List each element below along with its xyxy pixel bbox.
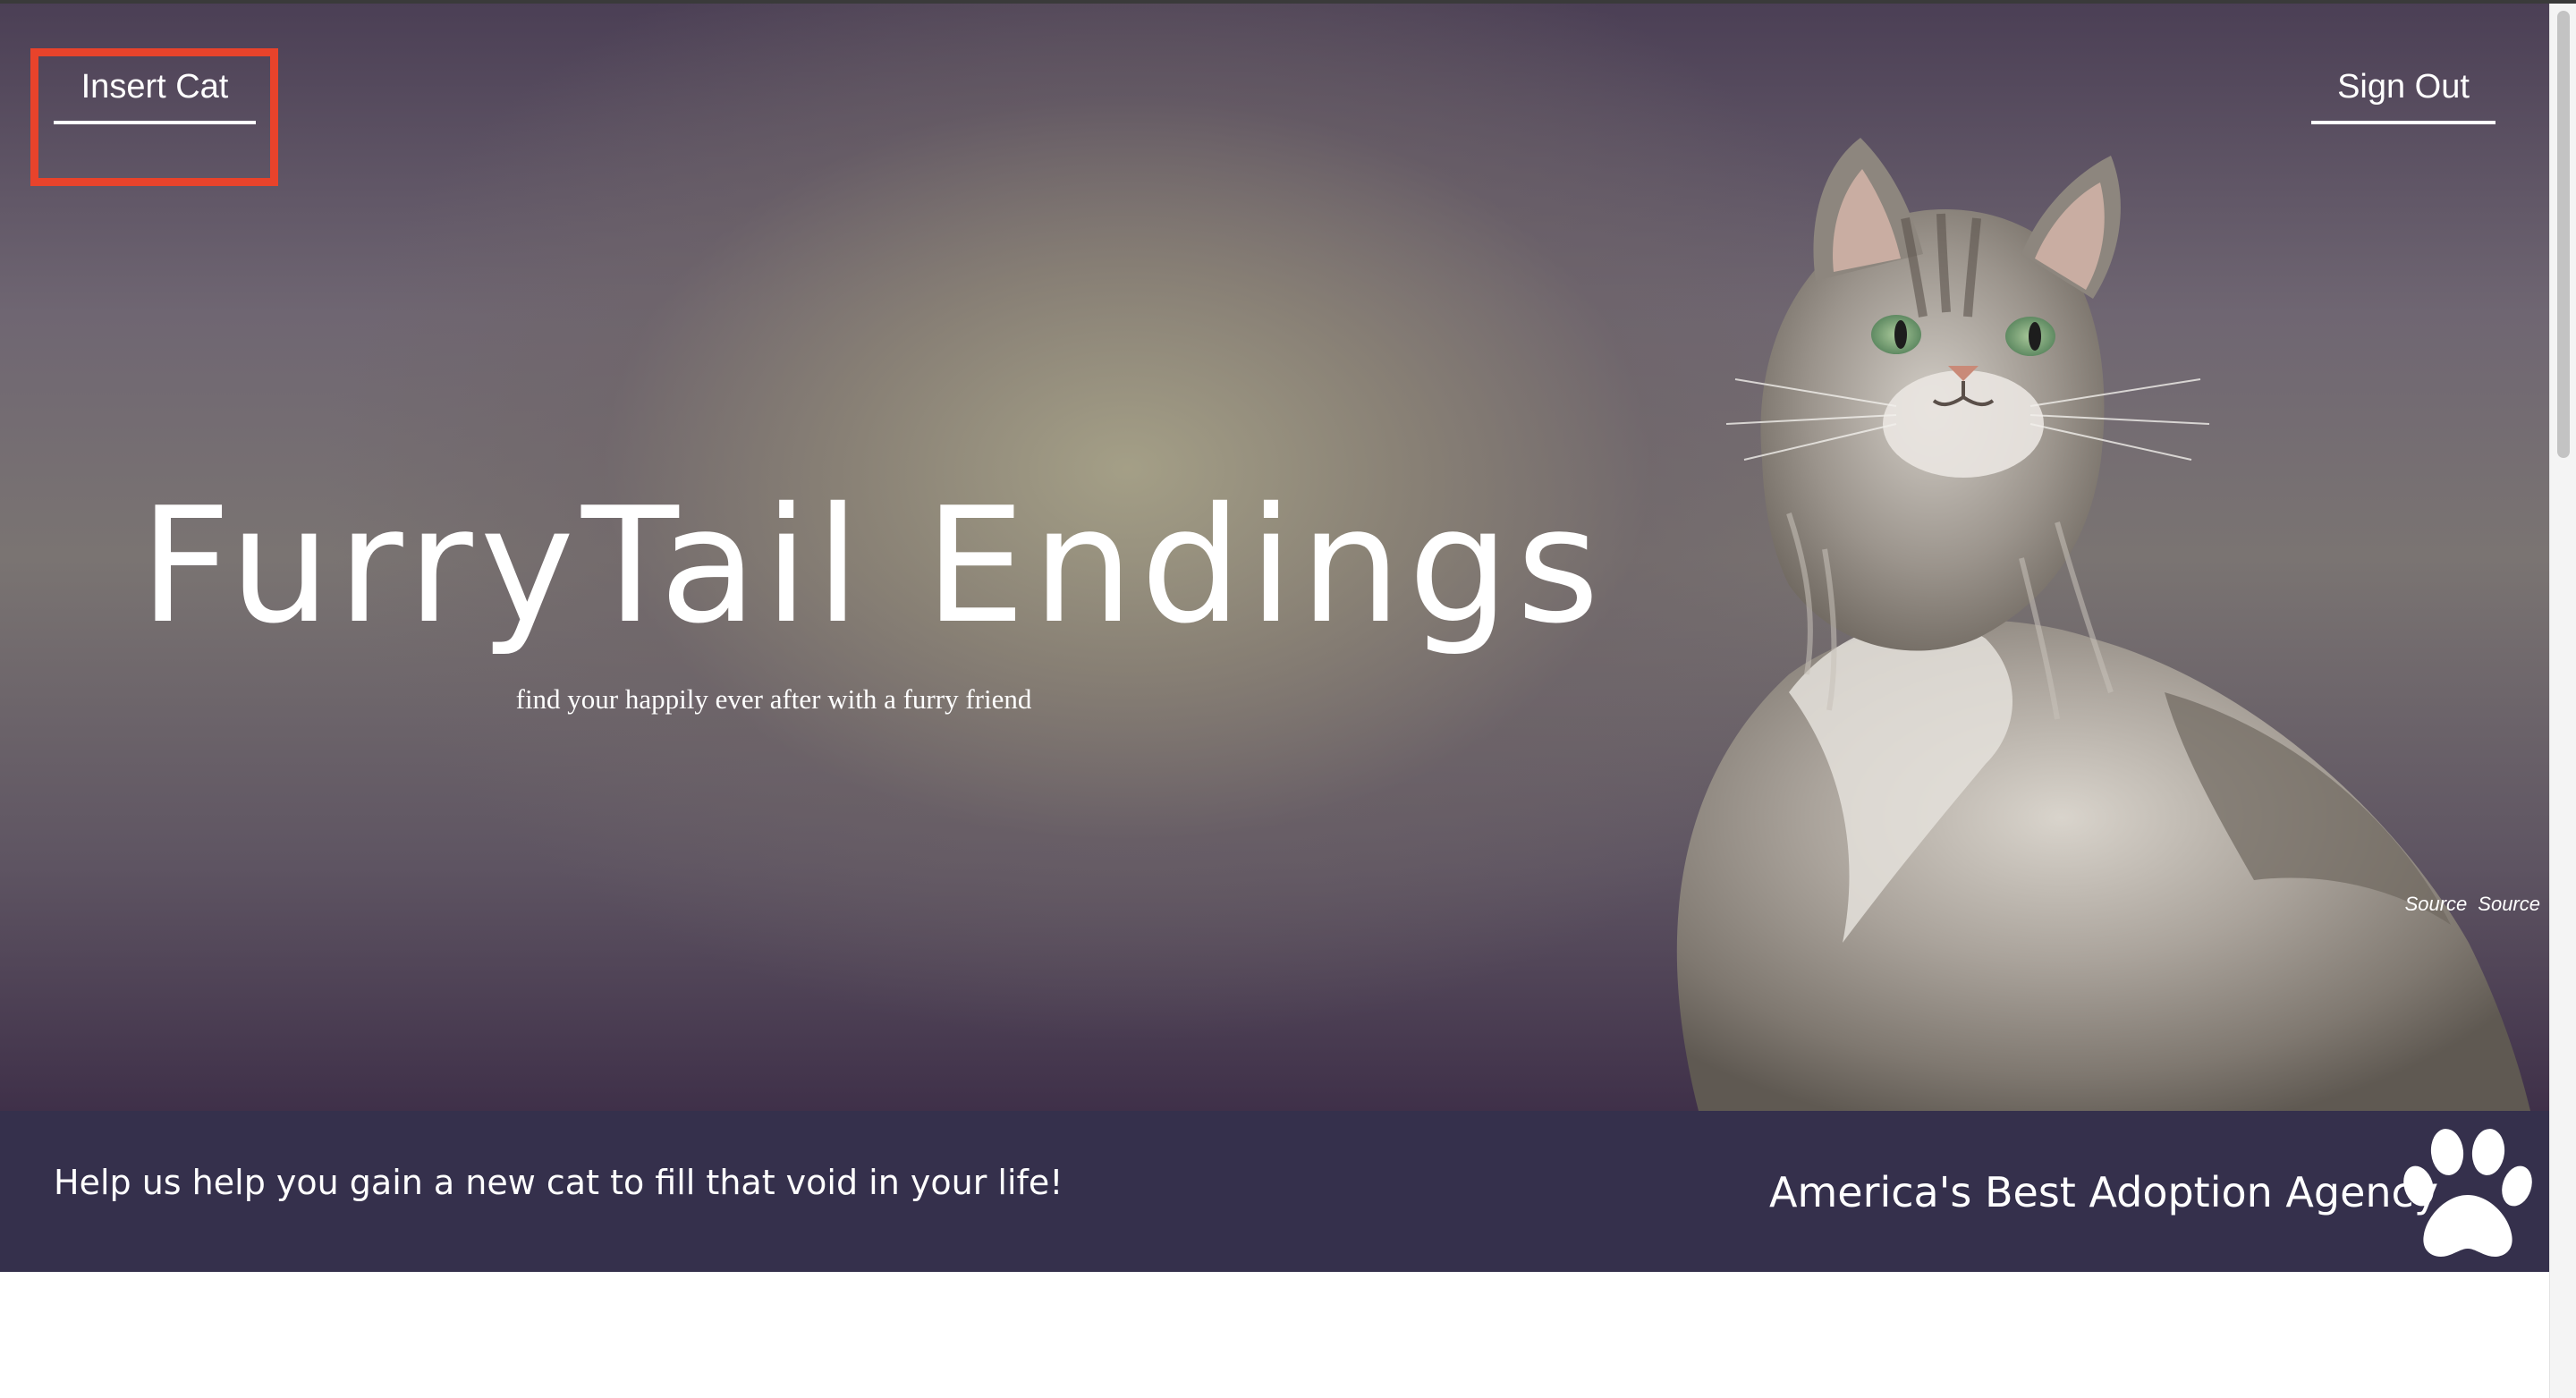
vertical-scrollbar[interactable] [2549,4,2576,1398]
sign-out-link[interactable]: Sign Out [2311,68,2496,124]
insert-cat-link[interactable]: Insert Cat [54,68,256,124]
paw-icon [2403,1129,2532,1257]
site-title: FurryTail Endings [140,473,1607,658]
source-link-2[interactable]: Source [2478,893,2540,915]
banner-message: Help us help you gain a new cat to fill … [54,1163,1063,1202]
scrollbar-thumb[interactable] [2557,11,2570,458]
source-link-1[interactable]: Source [2405,893,2468,915]
image-credits: Source Source [2379,893,2540,916]
hero-tagline: find your happily ever after with a furr… [515,683,1032,715]
cat-photo [1676,138,2531,1111]
agency-name: America's Best Adoption Agency [1769,1168,2439,1216]
hero-section: Insert Cat Sign Out FurryTail Endings fi… [0,4,2549,1111]
page: Insert Cat Sign Out FurryTail Endings fi… [0,0,2576,1398]
info-banner: Help us help you gain a new cat to fill … [0,1111,2549,1272]
